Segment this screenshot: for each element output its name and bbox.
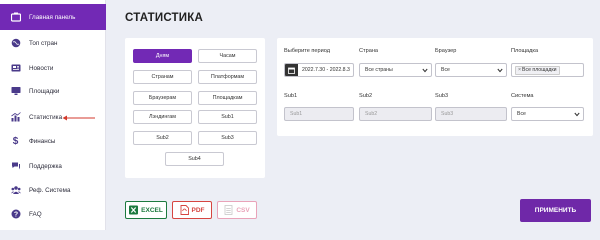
sidebar-item-label: Главная панель — [29, 13, 76, 21]
browser-label: Браузер — [435, 48, 457, 54]
export-csv-button[interactable]: CSV — [217, 201, 257, 219]
sidebar-item-label: Топ стран — [29, 39, 58, 47]
platform-multiselect[interactable]: × Все площадки — [511, 63, 584, 77]
sidebar-item-label: FAQ — [29, 210, 42, 218]
country-value: Все страны — [365, 67, 393, 73]
sub3-label: Sub3 — [435, 93, 449, 99]
group-by-hours-button[interactable]: Часам — [198, 49, 257, 63]
page-title: СТАТИСТИКА — [125, 12, 203, 24]
group-by-landings-button[interactable]: Лэндингам — [133, 110, 192, 124]
export-pdf-button[interactable]: PDF — [172, 201, 212, 219]
sidebar-item-platforms[interactable]: Площадки — [0, 78, 106, 104]
system-select[interactable]: Все — [511, 107, 584, 121]
dashboard-icon — [10, 12, 21, 23]
sidebar-item-support[interactable]: Поддержка — [0, 153, 106, 179]
news-icon — [10, 63, 21, 74]
system-label: Система — [511, 93, 534, 99]
monitor-icon — [10, 86, 21, 97]
country-select[interactable]: Все страны — [359, 63, 432, 77]
sidebar-item-label: Новости — [29, 64, 54, 72]
group-by-browsers-button[interactable]: Браузерам — [133, 91, 192, 105]
svg-text:?: ? — [13, 211, 17, 218]
sidebar-item-label: Реф. Система — [29, 186, 71, 194]
chat-icon — [10, 161, 21, 172]
period-label: Выберите период — [284, 48, 331, 54]
grouping-panel: Дням Часам Странам Платформам Браузерам … — [125, 38, 265, 178]
country-label: Страна — [359, 48, 379, 54]
csv-icon — [224, 205, 233, 215]
period-value: 2022.7.30 - 2022.8.3 — [302, 67, 350, 73]
sidebar-item-label: Поддержка — [29, 162, 62, 170]
excel-icon — [129, 205, 139, 215]
annotation-arrow-icon — [62, 115, 95, 121]
users-icon — [10, 185, 21, 196]
group-by-platforms-button[interactable]: Платформам — [198, 70, 257, 84]
system-value: Все — [517, 111, 526, 117]
sidebar-item-finance[interactable]: $ Финансы — [0, 128, 106, 154]
pdf-icon — [180, 205, 189, 215]
calendar-icon — [285, 64, 298, 76]
tag-remove-icon[interactable]: × — [518, 67, 521, 73]
chart-icon — [10, 112, 21, 123]
group-by-days-button[interactable]: Дням — [133, 49, 192, 63]
sidebar-item-label: Финансы — [29, 137, 56, 145]
chevron-down-icon — [497, 68, 503, 73]
sub3-input[interactable]: Sub3 — [435, 107, 507, 121]
filters-panel: Выберите период 2022.7.30 - 2022.8.3 Стр… — [277, 38, 593, 136]
chevron-down-icon — [422, 68, 428, 73]
browser-value: Все — [441, 67, 450, 73]
group-by-sub2-button[interactable]: Sub2 — [133, 131, 192, 145]
group-by-sub4-button[interactable]: Sub4 — [165, 152, 224, 166]
platform-tag: × Все площадки — [515, 65, 560, 75]
sub2-input[interactable]: Sub2 — [359, 107, 432, 121]
sidebar-item-top-countries[interactable]: Топ стран — [0, 30, 106, 56]
group-by-sub3-button[interactable]: Sub3 — [198, 131, 257, 145]
group-by-sites-button[interactable]: Площадкам — [198, 91, 257, 105]
dollar-icon: $ — [12, 135, 19, 147]
question-icon: ? — [10, 209, 21, 220]
period-input[interactable]: 2022.7.30 - 2022.8.3 — [284, 63, 354, 77]
export-excel-button[interactable]: EXCEL — [125, 201, 167, 219]
group-by-sub1-button[interactable]: Sub1 — [198, 110, 257, 124]
chevron-down-icon — [574, 112, 580, 117]
sidebar-item-label: Площадки — [29, 87, 60, 95]
sidebar-item-label: Статистика — [29, 113, 63, 121]
browser-select[interactable]: Все — [435, 63, 507, 77]
sub1-input[interactable]: Sub1 — [284, 107, 354, 121]
platform-label: Площадка — [511, 48, 539, 54]
apply-button[interactable]: ПРИМЕНИТЬ — [520, 199, 591, 222]
group-by-countries-button[interactable]: Странам — [133, 70, 192, 84]
globe-icon — [10, 38, 21, 49]
sub1-label: Sub1 — [284, 93, 298, 99]
sidebar-item-referral[interactable]: Реф. Система — [0, 177, 106, 203]
sidebar-item-dashboard[interactable]: Главная панель — [0, 4, 106, 30]
sub2-label: Sub2 — [359, 93, 373, 99]
sidebar-item-faq[interactable]: ? FAQ — [0, 201, 106, 227]
